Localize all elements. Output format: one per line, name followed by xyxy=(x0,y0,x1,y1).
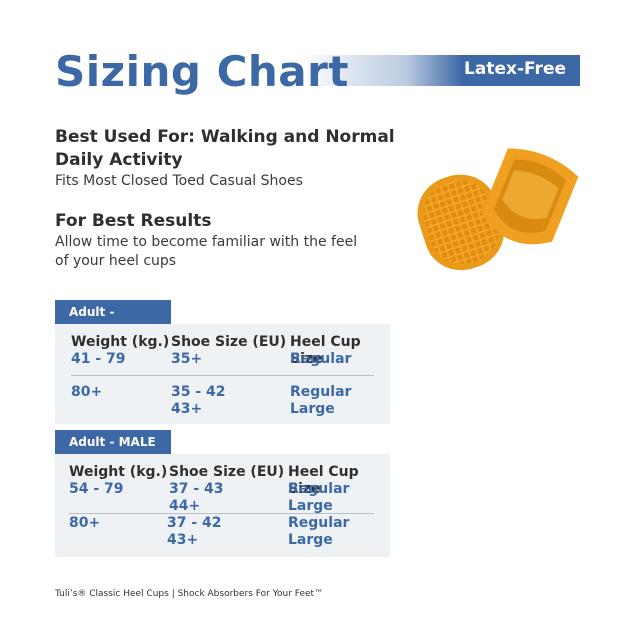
best-results-line-1: Allow time to become familiar with the f… xyxy=(55,234,358,250)
female-header-shoe: Shoe Size (EU) xyxy=(171,334,287,350)
best-results-line-2: of your heel cups xyxy=(55,253,177,269)
latex-free-label: Latex-Free xyxy=(464,59,566,79)
male-row2-weight: 80+ xyxy=(69,515,101,531)
heel-cups-image xyxy=(410,140,580,284)
female-row1-shoe: 35+ xyxy=(171,351,203,367)
male-row2-cup-1: Regular xyxy=(288,515,350,531)
best-results-heading: For Best Results xyxy=(55,211,212,231)
female-row2-shoe-2: 43+ xyxy=(171,401,203,417)
female-row2-shoe-1: 35 - 42 xyxy=(171,384,226,400)
female-row-divider xyxy=(71,375,374,376)
male-row1-cup-1: Regular xyxy=(288,481,350,497)
female-row2-weight: 80+ xyxy=(71,384,103,400)
female-row2-cup-2: Large xyxy=(290,401,335,417)
best-used-text: Fits Most Closed Toed Casual Shoes xyxy=(55,173,303,189)
best-used-heading-2: Daily Activity xyxy=(55,150,183,170)
female-header-weight: Weight (kg.) xyxy=(71,334,170,350)
male-header-shoe: Shoe Size (EU) xyxy=(169,464,285,480)
male-row2-cup-2: Large xyxy=(288,532,333,548)
male-table: Weight (kg.) Shoe Size (EU) Heel Cup Siz… xyxy=(55,454,390,557)
male-row2-shoe-1: 37 - 42 xyxy=(167,515,222,531)
male-table-label: Adult - MALE xyxy=(55,430,171,454)
female-table-label: Adult - FEMALE xyxy=(55,300,171,343)
female-row2-cup-1: Regular xyxy=(290,384,352,400)
male-row1-shoe-1: 37 - 43 xyxy=(169,481,224,497)
male-header-weight: Weight (kg.) xyxy=(69,464,168,480)
female-row1-cup: Regular xyxy=(290,351,352,367)
male-row1-weight: 54 - 79 xyxy=(69,481,124,497)
male-row-divider xyxy=(69,513,374,514)
footer-caption: Tuli’s® Classic Heel Cups | Shock Absorb… xyxy=(55,589,324,599)
best-used-heading-1: Best Used For: Walking and Normal xyxy=(55,127,395,147)
latex-free-banner: Latex-Free xyxy=(300,55,580,86)
female-table: Weight (kg.) Shoe Size (EU) Heel Cup Siz… xyxy=(55,324,390,424)
female-row1-weight: 41 - 79 xyxy=(71,351,126,367)
male-row2-shoe-2: 43+ xyxy=(167,532,199,548)
